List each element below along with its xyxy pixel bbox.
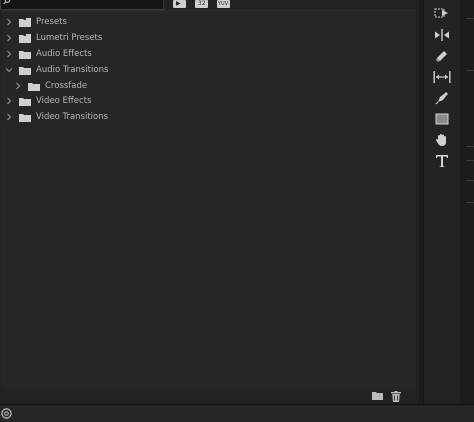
type-tool[interactable] — [430, 152, 454, 170]
tree-item-audio-transitions[interactable]: Audio Transitions — [5, 63, 108, 77]
delete-trash-icon[interactable] — [391, 391, 401, 402]
chevron-right-icon[interactable] — [5, 18, 13, 26]
tree-item-label: Audio Effects — [36, 49, 92, 59]
track-select-forward-tool[interactable] — [430, 4, 454, 22]
tree-item-label: Lumetri Presets — [36, 33, 103, 43]
folder-icon — [19, 66, 31, 75]
tree-item-lumetri-presets[interactable]: Lumetri Presets — [5, 31, 102, 45]
tree-item-label: Crossfade — [45, 81, 88, 91]
accelerated-effects-icon: ▶ — [176, 0, 181, 7]
folder-icon — [19, 97, 31, 106]
chevron-right-icon[interactable] — [14, 82, 22, 90]
tree-item-label: Video Effects — [36, 96, 92, 106]
pen-icon — [435, 92, 448, 105]
search-icon — [3, 0, 11, 5]
pen-tool[interactable] — [430, 89, 454, 107]
32bit-color-icon: 32 — [198, 0, 206, 7]
folder-icon — [19, 50, 31, 59]
divider — [466, 146, 474, 147]
tree-item-label: Presets — [36, 17, 67, 27]
yuv-effects-button[interactable]: YUV — [217, 0, 230, 8]
divider — [466, 202, 474, 203]
chevron-right-icon[interactable] — [5, 97, 13, 105]
divider — [466, 70, 474, 71]
razor-tool[interactable] — [430, 47, 454, 65]
tree-item-video-transitions[interactable]: Video Transitions — [5, 110, 108, 124]
rectangle-tool[interactable] — [430, 110, 454, 128]
32bit-color-button[interactable]: 32 — [195, 0, 208, 8]
search-input[interactable] — [0, 0, 164, 10]
ripple-edit-tool[interactable] — [430, 26, 454, 44]
tree-item-crossfade[interactable]: Crossfade — [14, 79, 87, 93]
tree-item-label: Audio Transitions — [36, 65, 109, 75]
chevron-right-icon[interactable] — [5, 113, 13, 121]
hand-tool[interactable] — [430, 131, 454, 149]
chevron-right-icon[interactable] — [5, 34, 13, 42]
tree-item-presets[interactable]: Presets — [5, 15, 67, 29]
ripple-edit-icon — [435, 29, 449, 41]
divider — [466, 160, 474, 161]
chevron-right-icon[interactable] — [5, 50, 13, 58]
divider — [466, 180, 474, 181]
status-bar — [0, 404, 474, 422]
accelerated-effects-button[interactable]: ▶ — [173, 0, 186, 8]
tree-item-video-effects[interactable]: Video Effects — [5, 94, 91, 108]
divider — [466, 18, 474, 19]
razor-icon — [436, 51, 447, 62]
folder-icon — [28, 82, 40, 91]
right-panel-edge — [460, 0, 474, 403]
rectangle-icon — [435, 113, 449, 125]
folder-icon — [19, 113, 31, 122]
creative-cloud-sync-icon[interactable] — [1, 408, 12, 419]
hand-icon — [436, 134, 446, 146]
slip-icon — [433, 71, 451, 83]
effects-panel: ▶ 32 YUV Presets Lumetri Presets Audio E… — [0, 0, 418, 403]
tree-item-label: Video Transitions — [36, 112, 109, 122]
preset-folder-icon — [19, 17, 31, 27]
preset-folder-icon — [19, 33, 31, 43]
type-icon — [436, 155, 448, 167]
slip-tool[interactable] — [430, 68, 454, 86]
effects-tree: Presets Lumetri Presets Audio Effects Au… — [2, 10, 416, 389]
chevron-down-icon[interactable] — [5, 66, 13, 74]
tree-item-audio-effects[interactable]: Audio Effects — [5, 47, 92, 61]
new-bin-folder-icon[interactable] — [372, 391, 383, 400]
track-select-forward-icon — [434, 8, 448, 18]
yuv-effects-icon: YUV — [218, 1, 229, 7]
tools-panel — [423, 0, 460, 403]
